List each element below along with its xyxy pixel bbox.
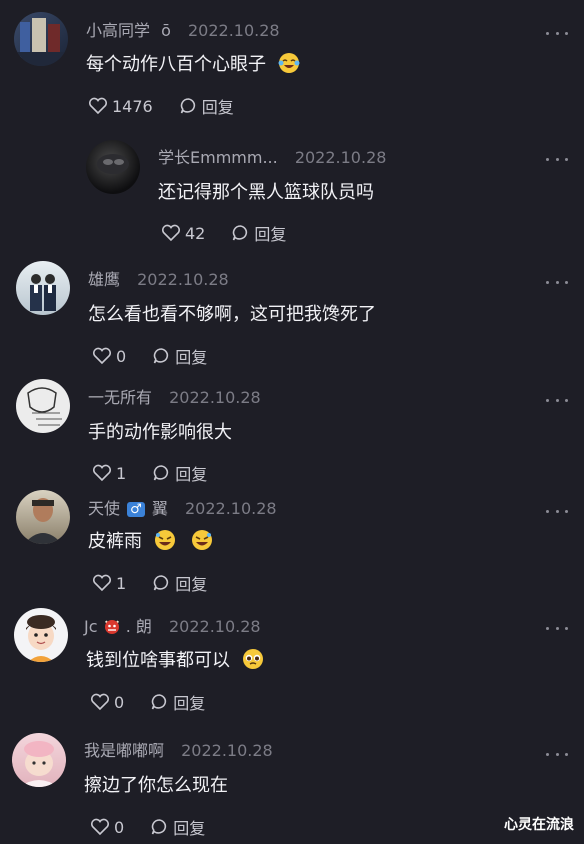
username-part[interactable]: Jc xyxy=(84,617,98,636)
heart-icon xyxy=(88,97,108,115)
like-count: 1 xyxy=(116,573,127,593)
avatar[interactable] xyxy=(16,379,70,433)
comment-text: 怎么看也看不够啊，这可把我馋死了 xyxy=(88,304,376,325)
rolling-laughing-emoji xyxy=(154,529,176,556)
comment-bubble-icon xyxy=(151,819,167,835)
heart-icon xyxy=(92,347,112,365)
more-options-icon[interactable] xyxy=(546,395,568,405)
user-badge: ō xyxy=(161,21,171,40)
like-button[interactable]: 42 xyxy=(161,224,205,243)
avatar[interactable] xyxy=(14,12,68,66)
like-count: 1 xyxy=(116,463,127,483)
comment-date: 2022.10.28 xyxy=(169,388,261,407)
comment-bubble-icon xyxy=(151,694,167,710)
more-options-icon[interactable] xyxy=(546,154,568,164)
reply-item: 学长Emmmm... 2022.10.28 还记得那个黑人篮球队员吗 42 回复 xyxy=(0,130,584,255)
like-count: 0 xyxy=(116,346,127,366)
comment-item: 一无所有 2022.10.28 手的动作影响很大 1 回复 xyxy=(0,373,584,485)
male-sign-badge: ♂ xyxy=(127,502,145,517)
reply-button[interactable]: 回复 xyxy=(152,571,207,595)
avatar[interactable] xyxy=(12,733,66,787)
heart-icon xyxy=(90,818,110,836)
comment-text: 每个动作八百个心眼子 xyxy=(86,54,266,75)
reply-label: 回复 xyxy=(201,98,234,117)
like-button[interactable]: 1 xyxy=(92,574,126,593)
username[interactable]: 我是嘟嘟啊 xyxy=(84,741,164,760)
comment-bubble-icon xyxy=(153,465,169,481)
like-count: 1476 xyxy=(112,96,153,116)
comment-text: 擦边了你怎么现在 xyxy=(84,775,228,796)
reply-button[interactable]: 回复 xyxy=(231,221,286,245)
reply-label: 回复 xyxy=(175,348,208,367)
reply-button[interactable]: 回复 xyxy=(152,344,207,368)
more-options-icon[interactable] xyxy=(546,623,568,633)
username[interactable]: 雄鹰 xyxy=(88,270,120,289)
like-count: 42 xyxy=(185,223,206,243)
comment-text: 钱到位啥事都可以 xyxy=(86,650,230,671)
avatar[interactable] xyxy=(16,261,70,315)
reply-label: 回复 xyxy=(173,819,206,838)
comment-bubble-icon xyxy=(153,575,169,591)
reply-label: 回复 xyxy=(175,575,208,594)
username[interactable]: 一无所有 xyxy=(88,388,152,407)
more-options-icon[interactable] xyxy=(546,506,568,516)
username[interactable]: 学长Emmmm... xyxy=(158,148,278,167)
comment-text: 还记得那个黑人篮球队员吗 xyxy=(158,182,374,203)
avatar[interactable] xyxy=(14,608,68,662)
more-options-icon[interactable] xyxy=(546,749,568,759)
username-part[interactable]: 翼 xyxy=(152,499,168,518)
reply-label: 回复 xyxy=(175,465,208,484)
like-button[interactable]: 0 xyxy=(92,347,126,366)
like-button[interactable]: 0 xyxy=(90,818,124,837)
comment-item: Jc . 朗 2022.10.28 钱到位啥事都可以 0 回复 xyxy=(0,603,584,723)
comment-date: 2022.10.28 xyxy=(168,617,261,636)
comment-bubble-icon xyxy=(153,348,169,364)
username-part[interactable]: 天使 xyxy=(88,499,120,518)
comment-date: 2022.10.28 xyxy=(137,270,229,289)
comment-bubble-icon xyxy=(180,98,195,114)
comment-item: 我是嘟嘟啊 2022.10.28 擦边了你怎么现在 0 回复 xyxy=(0,723,584,844)
reply-label: 回复 xyxy=(254,225,287,244)
username-part[interactable]: . 朗 xyxy=(126,617,152,636)
avatar[interactable] xyxy=(86,140,140,194)
like-count: 0 xyxy=(114,692,125,712)
comment-date: 2022.10.28 xyxy=(181,741,273,760)
comment-date: 2022.10.28 xyxy=(294,148,387,167)
like-count: 0 xyxy=(114,817,125,837)
reply-label: 回复 xyxy=(173,694,206,713)
reply-button[interactable]: 回复 xyxy=(152,461,207,485)
reply-button[interactable]: 回复 xyxy=(150,690,205,714)
like-button[interactable]: 0 xyxy=(90,693,124,712)
more-options-icon[interactable] xyxy=(546,28,568,38)
comment-text: 皮裤雨 xyxy=(88,531,142,552)
like-button[interactable]: 1476 xyxy=(88,97,153,116)
username[interactable]: 小高同学 xyxy=(86,21,150,40)
heart-icon xyxy=(92,464,112,482)
comment-item: 雄鹰 2022.10.28 怎么看也看不够啊，这可把我馋死了 0 回复 xyxy=(0,255,584,373)
avatar[interactable] xyxy=(16,490,70,544)
heart-icon xyxy=(92,574,112,592)
heart-icon xyxy=(90,693,110,711)
comment-text-row: 每个动作八百个心眼子 xyxy=(86,50,300,79)
like-button[interactable]: 1 xyxy=(92,464,126,483)
watermark: 心灵在流浪 xyxy=(504,817,574,833)
ogre-emoji xyxy=(103,617,121,639)
more-options-icon[interactable] xyxy=(546,277,568,287)
comment-date: 2022.10.28 xyxy=(188,21,280,40)
comment-date: 2022.10.28 xyxy=(184,499,277,518)
comment-item: 小高同学 ō 2022.10.28 每个动作八百个心眼子 1476 回复 xyxy=(0,0,584,130)
comment-bubble-icon xyxy=(233,225,248,241)
comment-text: 手的动作影响很大 xyxy=(88,422,232,443)
pleading-emoji xyxy=(242,648,264,675)
reply-button[interactable]: 回复 xyxy=(150,815,205,839)
comment-item: 天使 ♂ 翼 2022.10.28 皮裤雨 1 回复 xyxy=(0,485,584,603)
heart-icon xyxy=(161,224,181,242)
laughing-crying-emoji xyxy=(278,52,300,79)
rolling-laughing-emoji xyxy=(191,529,213,556)
reply-button[interactable]: 回复 xyxy=(179,94,234,118)
